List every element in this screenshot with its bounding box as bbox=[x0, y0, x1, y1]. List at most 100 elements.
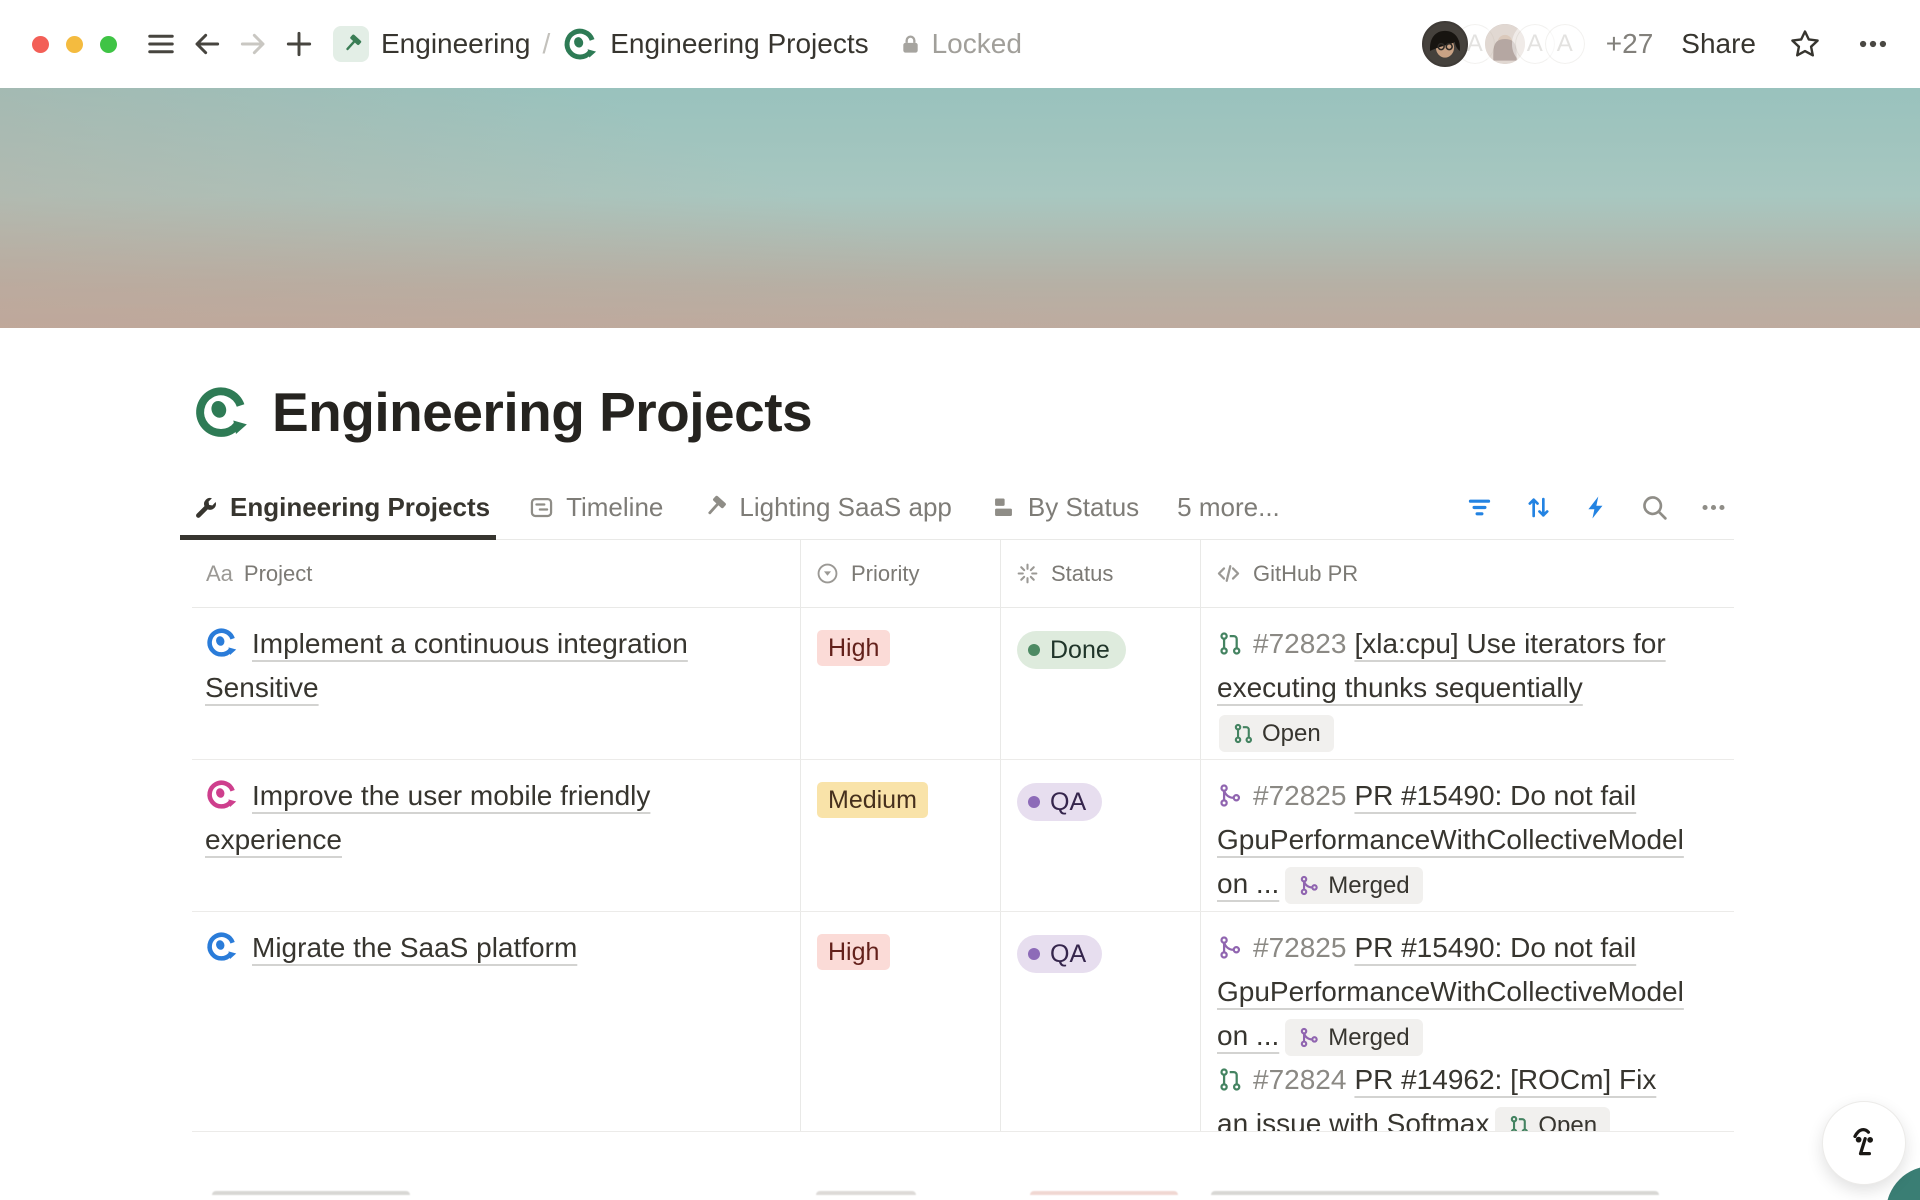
close-window-button[interactable] bbox=[32, 36, 49, 53]
status-dot bbox=[1028, 948, 1040, 960]
pr-entry: #72823[xla:cpu] Use iterators for execut… bbox=[1217, 622, 1688, 754]
priority-cell[interactable]: Medium bbox=[800, 760, 1000, 911]
board-icon bbox=[990, 494, 1017, 521]
page-icon[interactable] bbox=[192, 383, 250, 441]
top-bar: Engineering / Engineering Projects Locke… bbox=[0, 0, 1920, 88]
pr-state-badge[interactable]: Open bbox=[1495, 1107, 1610, 1132]
project-cell[interactable]: Implement a continuous integration Sensi… bbox=[192, 608, 800, 759]
pr-number: #72823 bbox=[1253, 628, 1346, 659]
window-controls bbox=[32, 36, 117, 53]
database-table: Aa Project Priority Status bbox=[192, 540, 1734, 1132]
avatar[interactable]: A bbox=[1542, 21, 1588, 67]
pr-state-badge[interactable]: Merged bbox=[1285, 867, 1422, 904]
status-cell[interactable]: Done bbox=[1000, 608, 1200, 759]
select-property-icon bbox=[815, 561, 840, 586]
page-title: Engineering Projects bbox=[272, 380, 812, 444]
project-cell[interactable]: Migrate the SaaS platform bbox=[192, 912, 800, 1132]
project-link[interactable]: Migrate the SaaS platform bbox=[252, 932, 577, 963]
share-button[interactable]: Share bbox=[1681, 28, 1756, 60]
table-row[interactable]: Implement a continuous integration Sensi… bbox=[192, 608, 1734, 760]
avatar[interactable] bbox=[1422, 21, 1468, 67]
pull-request-icon bbox=[1217, 1066, 1244, 1093]
pr-state-badge[interactable]: Merged bbox=[1285, 1019, 1422, 1056]
project-link[interactable]: Improve the user mobile friendly experie… bbox=[205, 780, 650, 855]
notion-ai-button[interactable] bbox=[1822, 1101, 1906, 1185]
breadcrumb-page[interactable]: Engineering Projects bbox=[610, 28, 868, 60]
status-badge[interactable]: QA bbox=[1017, 935, 1102, 973]
git-merge-icon bbox=[1298, 1026, 1321, 1049]
tab-more-views[interactable]: 5 more... bbox=[1177, 476, 1280, 539]
priority-cell[interactable]: High bbox=[800, 608, 1000, 759]
github-pr-cell[interactable]: #72823[xla:cpu] Use iterators for execut… bbox=[1200, 608, 1734, 759]
project-page-icon bbox=[205, 778, 238, 811]
git-merge-icon bbox=[1217, 934, 1244, 961]
breadcrumb-separator: / bbox=[542, 28, 550, 60]
project-cell[interactable]: Improve the user mobile friendly experie… bbox=[192, 760, 800, 911]
pr-number: #72824 bbox=[1253, 1064, 1346, 1095]
notion-window: Engineering / Engineering Projects Locke… bbox=[0, 0, 1920, 1200]
column-header-priority[interactable]: Priority bbox=[800, 540, 1000, 607]
tab-lighting-saas-app[interactable]: Lighting SaaS app bbox=[701, 476, 952, 539]
sidebar-menu-icon[interactable] bbox=[143, 26, 179, 62]
project-link[interactable]: Implement a continuous integration Sensi… bbox=[205, 628, 688, 703]
tab-engineering-projects[interactable]: Engineering Projects bbox=[192, 476, 490, 539]
project-page-icon bbox=[205, 626, 238, 659]
pull-request-icon bbox=[1508, 1114, 1531, 1132]
wrench-icon bbox=[192, 494, 219, 521]
presence-avatars[interactable]: A A A bbox=[1422, 21, 1588, 67]
pr-entry: #72824PR #14962: [ROCm] Fix an issue wit… bbox=[1217, 1058, 1688, 1132]
tab-timeline[interactable]: Timeline bbox=[528, 476, 663, 539]
priority-cell[interactable]: High bbox=[800, 912, 1000, 1132]
table-header: Aa Project Priority Status bbox=[192, 540, 1734, 608]
git-merge-icon bbox=[1217, 782, 1244, 809]
workspace-hammer-icon[interactable] bbox=[333, 26, 369, 62]
view-options-icon[interactable] bbox=[1699, 493, 1728, 522]
clipped-next-row bbox=[192, 1189, 1734, 1195]
page-content: Engineering Projects Engineering Project… bbox=[192, 380, 1734, 1195]
breadcrumb-workspace[interactable]: Engineering bbox=[381, 28, 530, 60]
project-page-icon bbox=[205, 930, 238, 963]
pr-entry: #72825PR #15490: Do not fail GpuPerforma… bbox=[1217, 926, 1688, 1058]
status-cell[interactable]: QA bbox=[1000, 912, 1200, 1132]
new-page-icon[interactable] bbox=[281, 26, 317, 62]
sort-icon[interactable] bbox=[1524, 493, 1553, 522]
pull-request-icon bbox=[1217, 630, 1244, 657]
view-tabs-bar: Engineering Projects Timeline Lighting S… bbox=[192, 476, 1734, 540]
tab-by-status[interactable]: By Status bbox=[990, 476, 1139, 539]
status-badge[interactable]: Done bbox=[1017, 631, 1126, 669]
minimize-window-button[interactable] bbox=[66, 36, 83, 53]
filter-icon[interactable] bbox=[1465, 493, 1494, 522]
table-row[interactable]: Migrate the SaaS platform High QA #72825… bbox=[192, 912, 1734, 1132]
priority-badge[interactable]: High bbox=[817, 934, 890, 970]
fullscreen-window-button[interactable] bbox=[100, 36, 117, 53]
status-badge[interactable]: QA bbox=[1017, 783, 1102, 821]
presence-overflow-count[interactable]: +27 bbox=[1606, 28, 1654, 60]
hammer-icon bbox=[701, 494, 728, 521]
column-header-github-pr[interactable]: GitHub PR bbox=[1200, 540, 1734, 607]
priority-badge[interactable]: Medium bbox=[817, 782, 928, 818]
more-options-icon[interactable] bbox=[1856, 27, 1890, 61]
status-property-icon bbox=[1015, 561, 1040, 586]
breadcrumb: Engineering / Engineering Projects Locke… bbox=[333, 26, 1022, 62]
column-header-status[interactable]: Status bbox=[1000, 540, 1200, 607]
page-cover[interactable] bbox=[0, 88, 1920, 328]
code-property-icon bbox=[1215, 560, 1242, 587]
title-property-icon: Aa bbox=[206, 561, 233, 587]
pull-request-icon bbox=[1232, 722, 1255, 745]
pr-number: #72825 bbox=[1253, 932, 1346, 963]
column-header-project[interactable]: Aa Project bbox=[192, 540, 800, 607]
pr-state-badge[interactable]: Open bbox=[1219, 715, 1334, 752]
automation-icon[interactable] bbox=[1583, 494, 1610, 521]
github-pr-cell[interactable]: #72825PR #15490: Do not fail GpuPerforma… bbox=[1200, 912, 1734, 1132]
search-icon[interactable] bbox=[1640, 493, 1669, 522]
back-icon[interactable] bbox=[189, 26, 225, 62]
priority-badge[interactable]: High bbox=[817, 630, 890, 666]
forward-icon[interactable] bbox=[235, 26, 271, 62]
status-cell[interactable]: QA bbox=[1000, 760, 1200, 911]
github-pr-cell[interactable]: #72825PR #15490: Do not fail GpuPerforma… bbox=[1200, 760, 1734, 911]
locked-indicator[interactable]: Locked bbox=[899, 28, 1022, 60]
status-dot bbox=[1028, 644, 1040, 656]
table-row[interactable]: Improve the user mobile friendly experie… bbox=[192, 760, 1734, 912]
favorite-star-icon[interactable] bbox=[1788, 27, 1822, 61]
status-dot bbox=[1028, 796, 1040, 808]
